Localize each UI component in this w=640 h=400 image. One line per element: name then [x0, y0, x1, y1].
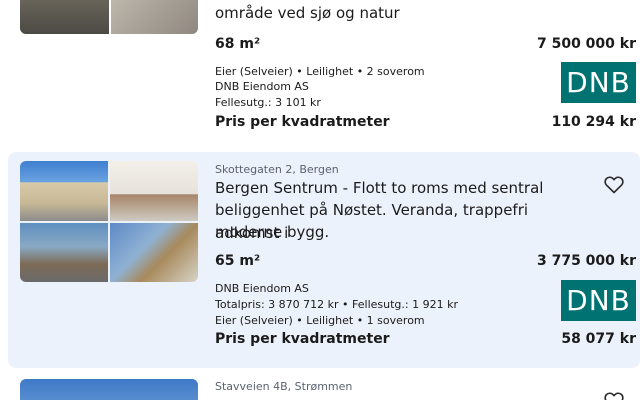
- heart-outline-icon[interactable]: [602, 388, 626, 400]
- listing-photo-main: [20, 379, 198, 400]
- listing-photo-balcony: [20, 223, 108, 282]
- listing-broker: DNB Eiendom AS: [215, 282, 309, 295]
- listing-price: 3 775 000 kr: [536, 253, 636, 269]
- listing-price: 7 500 000 kr: [536, 36, 636, 52]
- listing-info-line: Eier (Selveier) • Leilighet • 1 soverom: [215, 314, 425, 327]
- listing-card[interactable]: Skottegaten 2, Bergen Bergen Sentrum - F…: [8, 152, 640, 368]
- listing-info-line: Totalpris: 3 870 712 kr • Fellesutg.: 1 …: [215, 298, 458, 311]
- listing-photo-main: [20, 0, 109, 34]
- listing-title-line[interactable]: Bergen Sentrum - Flott to roms med sentr…: [215, 177, 590, 200]
- price-per-sqm-label: Pris per kvadratmeter: [215, 331, 390, 347]
- dnb-logo: DNB: [561, 62, 636, 103]
- dnb-logo: DNB: [561, 280, 636, 321]
- listing-title[interactable]: område ved sjø og natur: [215, 2, 590, 25]
- listing-info-line: Fellesutg.: 3 101 kr: [215, 96, 321, 109]
- listing-address: Skottegaten 2, Bergen: [215, 163, 339, 176]
- listing-photo-secondary: [111, 0, 198, 34]
- listing-photo-terrace: [110, 223, 198, 282]
- listing-photo-grid: [20, 161, 198, 282]
- listing-photo-kitchen: [110, 161, 198, 221]
- price-per-sqm-label: Pris per kvadratmeter: [215, 114, 390, 130]
- listing-card[interactable]: Stavveien 4B, Strømmen: [8, 376, 640, 400]
- listing-info-line: Eier (Selveier) • Leilighet • 2 soverom: [215, 65, 425, 78]
- heart-outline-icon[interactable]: [602, 172, 626, 196]
- listing-broker: DNB Eiendom AS: [215, 80, 309, 93]
- listing-size: 65 m²: [215, 253, 261, 269]
- listing-photo-exterior: [20, 161, 108, 221]
- price-per-sqm-value: 58 077 kr: [561, 331, 636, 347]
- listing-photo-grid: [20, 0, 198, 34]
- listing-size: 68 m²: [215, 36, 261, 52]
- listing-title-line[interactable]: moderne bygg.: [215, 221, 590, 244]
- listing-address: Stavveien 4B, Strømmen: [215, 380, 353, 393]
- listing-photo-grid: [20, 379, 198, 400]
- price-per-sqm-value: 110 294 kr: [551, 114, 636, 130]
- listing-card[interactable]: område ved sjø og natur 68 m² 7 500 000 …: [8, 0, 640, 142]
